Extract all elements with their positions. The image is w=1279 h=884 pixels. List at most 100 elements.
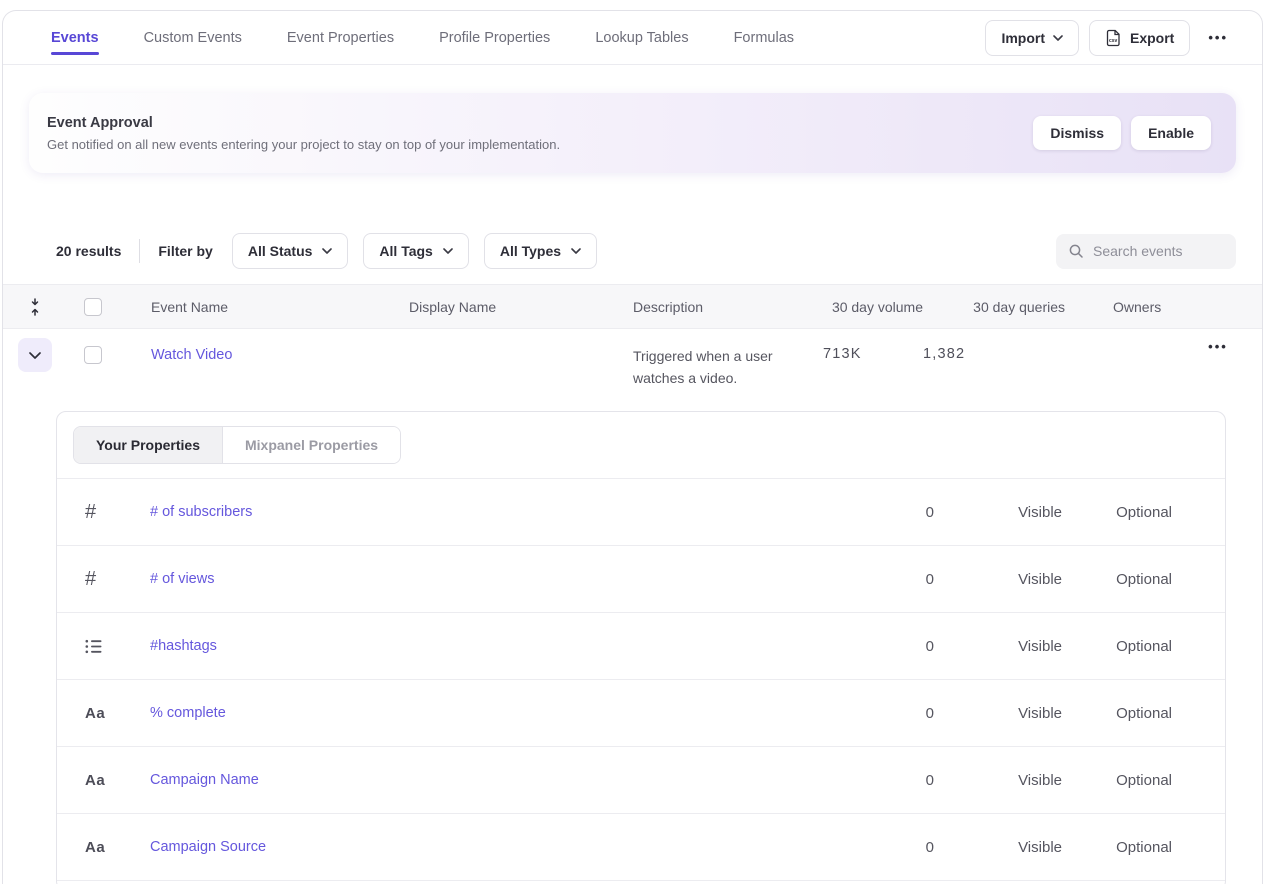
row-menu-button[interactable]: ••• bbox=[1200, 339, 1236, 354]
property-visibility: Visible bbox=[934, 638, 1062, 655]
tab-lookup-tables[interactable]: Lookup Tables bbox=[595, 11, 688, 64]
status-filter-dropdown[interactable]: All Status bbox=[232, 233, 349, 269]
property-visibility: Visible bbox=[934, 571, 1062, 588]
event-name-link[interactable]: Watch Video bbox=[151, 347, 232, 363]
status-filter-label: All Status bbox=[248, 243, 313, 259]
chevron-down-icon bbox=[571, 248, 581, 254]
event-approval-banner: Event Approval Get notified on all new e… bbox=[29, 93, 1236, 173]
property-sample-count: 0 bbox=[824, 705, 934, 722]
property-visibility: Visible bbox=[934, 839, 1062, 856]
filter-by-label: Filter by bbox=[158, 243, 212, 259]
import-button-label: Import bbox=[1001, 30, 1045, 46]
dismiss-button[interactable]: Dismiss bbox=[1033, 116, 1121, 150]
nav-actions: Import csv Export ••• bbox=[985, 20, 1236, 56]
divider bbox=[139, 239, 140, 263]
property-requirement: Optional bbox=[1062, 571, 1172, 588]
banner-text: Event Approval Get notified on all new e… bbox=[47, 115, 1033, 152]
events-table-header: Event Name Display Name Description 30 d… bbox=[3, 284, 1262, 329]
property-requirement: Optional bbox=[1062, 705, 1172, 722]
active-tab-underline bbox=[51, 52, 99, 55]
filter-bar: 20 results Filter by All Status All Tags… bbox=[3, 233, 1262, 269]
types-filter-dropdown[interactable]: All Types bbox=[484, 233, 597, 269]
event-queries: 1,382 bbox=[923, 346, 1065, 362]
header-volume: 30 day volume bbox=[823, 299, 923, 315]
property-requirement: Optional bbox=[1062, 839, 1172, 856]
text-icon: Aa bbox=[85, 839, 105, 856]
chevron-down-icon bbox=[443, 248, 453, 254]
header-event-name: Event Name bbox=[119, 299, 409, 315]
more-options-button[interactable]: ••• bbox=[1200, 30, 1236, 45]
tab-event-properties[interactable]: Event Properties bbox=[287, 11, 394, 64]
list-icon bbox=[85, 639, 102, 654]
import-button[interactable]: Import bbox=[985, 20, 1079, 56]
number-icon: # bbox=[85, 501, 96, 524]
event-volume: 713K bbox=[823, 346, 923, 362]
property-link[interactable]: Campaign Name bbox=[150, 772, 824, 788]
event-description: Triggered when a user watches a video. bbox=[633, 346, 823, 389]
row-checkbox[interactable] bbox=[84, 346, 102, 364]
banner-description: Get notified on all new events entering … bbox=[47, 137, 1033, 152]
properties-tabs-row: Your Properties Mixpanel Properties bbox=[57, 412, 1225, 479]
csv-file-icon: csv bbox=[1105, 29, 1122, 47]
top-nav: Events Custom Events Event Properties Pr… bbox=[3, 11, 1262, 65]
select-all-checkbox[interactable] bbox=[84, 298, 102, 316]
property-requirement: Optional bbox=[1062, 504, 1172, 521]
tab-profile-properties-label: Profile Properties bbox=[439, 30, 550, 46]
tab-custom-events-label: Custom Events bbox=[144, 30, 242, 46]
property-row: Aa Campaign Source 0 Visible Optional bbox=[57, 814, 1225, 881]
property-visibility: Visible bbox=[934, 504, 1062, 521]
nav-tabs: Events Custom Events Event Properties Pr… bbox=[51, 11, 985, 64]
text-icon: Aa bbox=[85, 772, 105, 789]
tab-lookup-tables-label: Lookup Tables bbox=[595, 30, 688, 46]
collapse-all-icon[interactable] bbox=[3, 298, 67, 316]
tags-filter-label: All Tags bbox=[379, 243, 432, 259]
ellipsis-icon: ••• bbox=[1208, 339, 1228, 354]
property-link[interactable]: # of views bbox=[150, 571, 824, 587]
property-sample-count: 0 bbox=[824, 571, 934, 588]
property-link[interactable]: #hashtags bbox=[150, 638, 824, 654]
property-link[interactable]: % complete bbox=[150, 705, 824, 721]
enable-button[interactable]: Enable bbox=[1131, 116, 1211, 150]
types-filter-label: All Types bbox=[500, 243, 561, 259]
number-icon: # bbox=[85, 568, 96, 591]
text-icon: Aa bbox=[85, 705, 105, 722]
tab-custom-events[interactable]: Custom Events bbox=[144, 11, 242, 64]
export-button[interactable]: csv Export bbox=[1089, 20, 1190, 56]
property-link[interactable]: Campaign Source bbox=[150, 839, 824, 855]
property-requirement: Optional bbox=[1062, 772, 1172, 789]
properties-tab-group: Your Properties Mixpanel Properties bbox=[73, 426, 401, 464]
tab-formulas-label: Formulas bbox=[734, 30, 794, 46]
header-description: Description bbox=[633, 299, 823, 315]
results-count: 20 results bbox=[56, 243, 121, 259]
property-row: #hashtags 0 Visible Optional bbox=[57, 613, 1225, 680]
ellipsis-icon: ••• bbox=[1208, 30, 1228, 45]
property-row: Aa Campaign Name 0 Visible Optional bbox=[57, 747, 1225, 814]
tab-profile-properties[interactable]: Profile Properties bbox=[439, 11, 550, 64]
tab-mixpanel-properties[interactable]: Mixpanel Properties bbox=[222, 427, 400, 463]
property-row: # # of views 0 Visible Optional bbox=[57, 546, 1225, 613]
event-row-watch-video: Watch Video Triggered when a user watche… bbox=[3, 329, 1262, 411]
search-events-input[interactable] bbox=[1093, 243, 1223, 259]
property-visibility: Visible bbox=[934, 772, 1062, 789]
search-events-box bbox=[1056, 234, 1236, 269]
tab-events[interactable]: Events bbox=[51, 11, 99, 64]
tab-your-properties[interactable]: Your Properties bbox=[74, 427, 222, 463]
header-queries: 30 day queries bbox=[923, 299, 1065, 315]
collapse-row-button[interactable] bbox=[18, 338, 52, 372]
chevron-down-icon bbox=[1053, 35, 1063, 41]
property-sample-count: 0 bbox=[824, 839, 934, 856]
chevron-down-icon bbox=[322, 248, 332, 254]
tab-formulas[interactable]: Formulas bbox=[734, 11, 794, 64]
lexicon-page: Events Custom Events Event Properties Pr… bbox=[2, 10, 1263, 884]
svg-text:csv: csv bbox=[1109, 38, 1118, 44]
property-sample-count: 0 bbox=[824, 504, 934, 521]
search-icon bbox=[1068, 243, 1084, 259]
property-link[interactable]: # of subscribers bbox=[150, 504, 824, 520]
header-display-name: Display Name bbox=[409, 299, 633, 315]
tab-event-properties-label: Event Properties bbox=[287, 30, 394, 46]
tab-events-label: Events bbox=[51, 30, 99, 46]
property-requirement: Optional bbox=[1062, 638, 1172, 655]
tags-filter-dropdown[interactable]: All Tags bbox=[363, 233, 468, 269]
header-owners: Owners bbox=[1065, 299, 1186, 315]
property-visibility: Visible bbox=[934, 705, 1062, 722]
